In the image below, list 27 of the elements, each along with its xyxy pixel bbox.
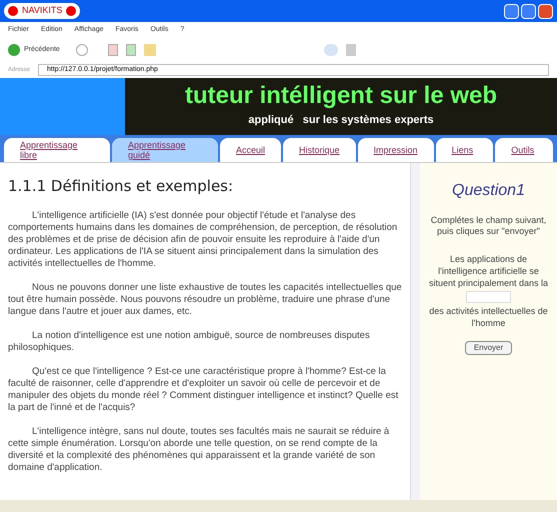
question-text: des activités intellectuelles de l'homme: [428, 305, 549, 329]
tab[interactable]: Acceuil: [220, 138, 282, 162]
question-title: Question1: [452, 181, 525, 201]
close-button[interactable]: [538, 4, 553, 18]
body-paragraph: L'intelligence artificielle (IA) s'est donnée pour objectif l'étude et l'analyse des comportements humains dans les domaines de compréhension, de perception, de résolution des problèmes et de prise de décision afin de pouvoir ensuite les reproduire à l'aide d'un ordinateur. Les applications de l'IA se situent ainsi principalement dans la simulation des activités intellectuelles de l'homme.: [8, 210, 398, 270]
body-paragraph: Nous ne pouvons donner une liste exhaustive de toutes les capacités intellectuelles que tout être humain possède. Nous pouvons résoudre un problème, traduire une phrase d'une langue dans l'autre et jouer aux dames, etc.: [8, 282, 402, 318]
banner-title: tuteur intélligent sur le web: [184, 84, 498, 108]
answer-field[interactable]: [466, 291, 511, 303]
body-paragraph: Qu'est ce que l'intelligence ? Est-ce une caractéristique propre à l'homme? Est-ce la faculté de raisonner, celle d'apprendre et d'exploiter un savoir où celle de percevoir et de manipuler des objets du monde réel ? Comment distinguer intelligence et instinct? Quelle est la part de l'inné et de l'acquis?: [8, 366, 400, 414]
scrollbar[interactable]: [410, 163, 420, 500]
maximize-button[interactable]: [521, 4, 536, 18]
tab[interactable]: Apprentissage libre: [4, 138, 110, 162]
minimize-button[interactable]: [504, 4, 519, 18]
send-button[interactable]: Envoyer: [464, 341, 512, 355]
section-heading: 1.1.1 Définitions et exemples:: [8, 176, 234, 197]
forward-icon[interactable]: [76, 44, 88, 56]
banner-subtitle: appliqué sur les systèmes experts: [248, 113, 434, 128]
body-paragraph: L'intelligence intègre, sans nul doute, toutes ses facultés mais ne saurait se réduire à cette simple énumération. Lorsqu'on aborde une telle question, on se rend compte de la diversité et la complexité des phénomènes qui apparaissent et la grande variété de son domaine d'application.: [8, 426, 390, 474]
question-text: Les applications de l'intelligence artificielle se situent principalement dans la: [428, 253, 549, 289]
tab[interactable]: Outils: [495, 138, 553, 162]
body-paragraph: La notion d'intelligence est une notion ambiguë, source de nombreuses disputes philosophiques.: [8, 330, 371, 354]
tab[interactable]: Impression: [358, 138, 434, 162]
tab[interactable]: Liens: [436, 138, 494, 162]
tab[interactable]: Apprentissage guidé: [112, 138, 218, 162]
question-instruction: Complétes le champ suivant, puis cliques sur "envoyer": [430, 215, 548, 237]
window-title: NAVIKITS: [4, 3, 80, 19]
tab[interactable]: Historique: [283, 138, 356, 162]
